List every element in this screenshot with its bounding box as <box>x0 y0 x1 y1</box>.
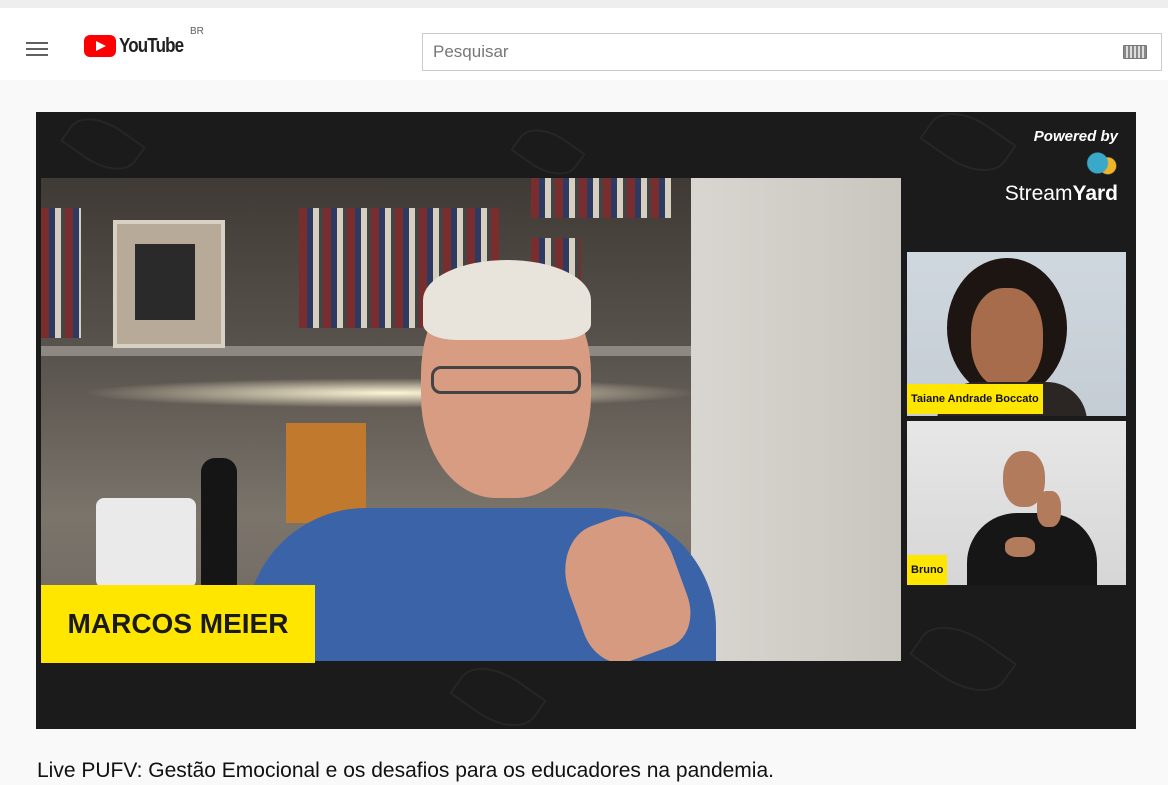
interpreter-name-tag: Bruno <box>907 555 948 585</box>
bottle <box>201 458 237 588</box>
leaf-decoration <box>60 112 146 184</box>
main-speaker-name-tag: MARCOS MEIER <box>41 585 315 663</box>
brand-yard: Yard <box>1072 182 1118 205</box>
country-code: BR <box>190 26 204 37</box>
streamyard-wordmark: StreamYard <box>978 182 1118 206</box>
interpreter-hand <box>1037 491 1061 527</box>
search-box[interactable] <box>422 33 1162 71</box>
printer <box>96 498 196 588</box>
powered-by-label: Powered by <box>1033 128 1118 145</box>
bookshelf <box>531 178 671 218</box>
menu-line <box>26 54 48 56</box>
leaf-decoration <box>510 117 586 187</box>
interpreter-video: Bruno <box>907 421 1126 585</box>
menu-line <box>26 48 48 50</box>
search-input[interactable] <box>431 36 1123 68</box>
photo <box>135 244 195 320</box>
masthead: YouTube BR <box>0 0 1168 80</box>
video-title: Live PUFV: Gestão Emocional e os desafio… <box>37 759 774 782</box>
wall <box>691 178 901 661</box>
streamyard-logo-icon <box>1084 149 1118 177</box>
leaf-decoration <box>909 609 1017 709</box>
interpreter-hand <box>1005 537 1035 557</box>
streamyard-branding: Powered by StreamYard <box>978 128 1118 206</box>
logo-text: YouTube <box>119 34 184 57</box>
participant-name-tag: Taiane Andrade Boccato <box>907 384 1043 414</box>
participant-video: Taiane Andrade Boccato <box>907 252 1126 416</box>
photo-frame <box>113 220 225 348</box>
keyboard-icon[interactable] <box>1123 45 1147 59</box>
lamp-glow <box>81 378 701 408</box>
speaker-glasses <box>431 366 581 394</box>
menu-line <box>26 42 48 44</box>
hamburger-menu-icon[interactable] <box>22 34 52 64</box>
video-player[interactable]: MARCOS MEIER Powered by StreamYard Taian… <box>36 112 1136 729</box>
youtube-logo[interactable]: YouTube BR <box>84 26 204 60</box>
bookshelf <box>41 208 81 338</box>
participant-face <box>971 288 1043 388</box>
speaker-hair <box>423 260 591 340</box>
brand-stream: Stream <box>1004 182 1073 205</box>
youtube-play-icon <box>84 35 116 57</box>
leaf-decoration <box>449 652 547 729</box>
